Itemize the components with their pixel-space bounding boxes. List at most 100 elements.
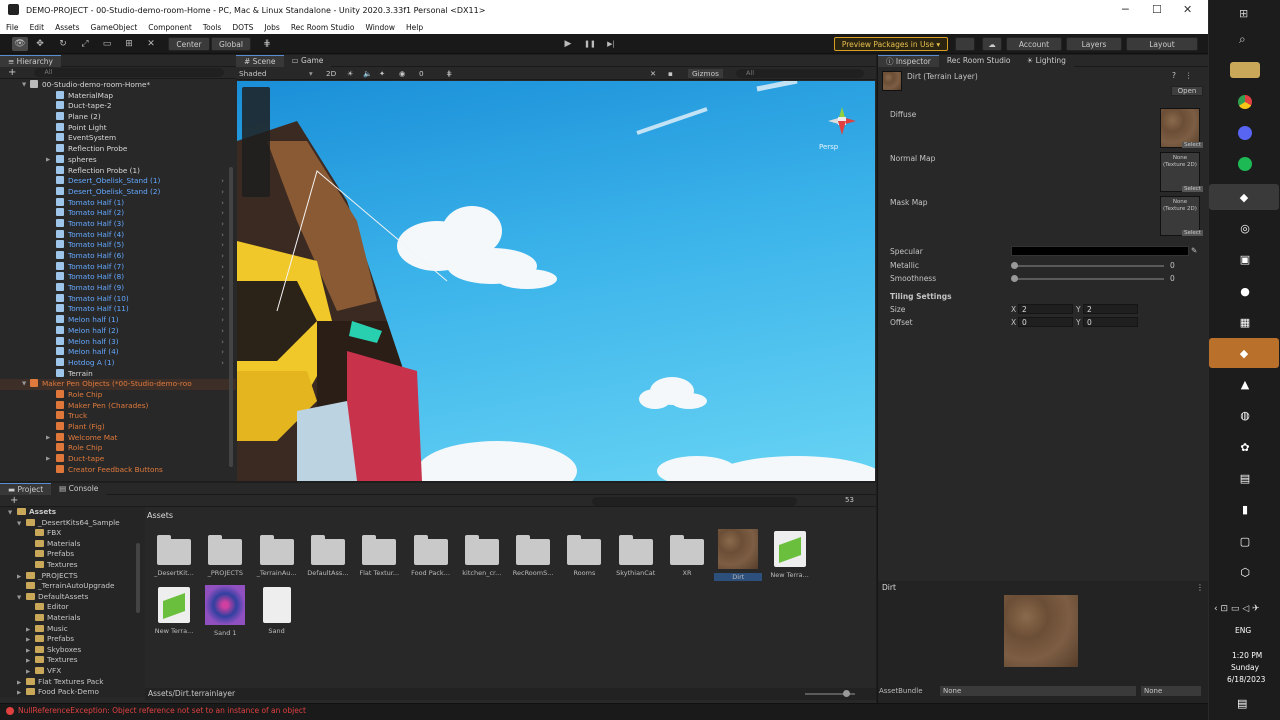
expand-arrow-icon[interactable]: ▶: [17, 688, 26, 699]
hierarchy-item[interactable]: Melon half (4) ›: [0, 347, 236, 358]
metallic-knob[interactable]: [1011, 262, 1018, 269]
project-tree-item[interactable]: ▶ Prefabs: [0, 634, 145, 645]
tab-project[interactable]: ▬ Project: [0, 482, 52, 495]
step-button[interactable]: ▶|: [603, 37, 619, 51]
asset-item[interactable]: Sand 1: [201, 585, 249, 637]
clock-day[interactable]: Sunday: [1231, 663, 1259, 672]
create-asset-button[interactable]: +: [10, 495, 18, 506]
discord-icon[interactable]: [1230, 125, 1260, 141]
persp-label[interactable]: Persp: [819, 143, 838, 151]
prefab-open-icon[interactable]: ›: [221, 219, 224, 230]
help-icon[interactable]: ?: [1172, 71, 1176, 80]
steam-icon[interactable]: ◎: [1230, 220, 1260, 236]
menu-item-help[interactable]: Help: [406, 23, 423, 32]
app-icon-7[interactable]: ▢: [1230, 533, 1260, 549]
grid-icon[interactable]: ⋕: [446, 69, 452, 78]
hierarchy-item[interactable]: Maker Pen (Charades): [0, 400, 236, 412]
project-tree-item[interactable]: Prefabs: [0, 549, 145, 560]
assetbundle-dropdown[interactable]: None: [940, 686, 1136, 696]
expand-arrow-icon[interactable]: ▼: [17, 519, 26, 530]
add-object-button[interactable]: +: [8, 67, 16, 78]
search-icon[interactable]: ⌕: [1239, 32, 1246, 47]
settings-icon[interactable]: ⋮: [1185, 71, 1193, 80]
hierarchy-item[interactable]: Tomato Half (4) ›: [0, 229, 236, 241]
project-tree-item[interactable]: ▶ Flat Textures Pack: [0, 677, 145, 688]
metallic-slider[interactable]: [1011, 262, 1164, 269]
tab-hierarchy[interactable]: ≡ Hierarchy: [0, 54, 61, 67]
menu-item-dots[interactable]: DOTS: [232, 23, 253, 32]
hierarchy-item[interactable]: Terrain: [0, 368, 236, 380]
asset-item[interactable]: New Terra...: [766, 531, 814, 579]
mask-select-button[interactable]: Select: [1182, 230, 1203, 236]
tab-inspector[interactable]: ⓘ Inspector: [878, 54, 939, 67]
prefab-open-icon[interactable]: ›: [221, 208, 224, 219]
offset-x-field[interactable]: 0: [1018, 317, 1073, 327]
asset-item[interactable]: Dirt: [714, 529, 763, 581]
expand-arrow-icon[interactable]: ▶: [46, 433, 50, 444]
prefab-open-icon[interactable]: ›: [221, 304, 224, 315]
clock-date[interactable]: 6/18/2023: [1227, 675, 1265, 684]
hierarchy-item[interactable]: Desert_Obelisk_Stand (1) ›: [0, 176, 236, 187]
project-tree-item[interactable]: ▼ DefaultAssets: [0, 592, 145, 603]
play-button[interactable]: ▶: [560, 37, 576, 51]
hierarchy-item[interactable]: Tomato Half (7) ›: [0, 261, 236, 273]
diffuse-select-button[interactable]: Select: [1182, 142, 1203, 148]
account-dropdown[interactable]: Account: [1006, 37, 1062, 51]
zoom-knob[interactable]: [843, 690, 850, 697]
size-x-field[interactable]: 2: [1018, 304, 1073, 314]
hierarchy-item[interactable]: EventSystem: [0, 133, 236, 144]
tab-game[interactable]: ▭ Game: [283, 54, 332, 67]
app-icon-8[interactable]: ⬡: [1230, 564, 1260, 580]
prefab-open-icon[interactable]: ›: [221, 240, 224, 251]
project-search-input[interactable]: [592, 497, 797, 506]
clock-time[interactable]: 1:20 PM: [1232, 651, 1262, 660]
project-tree-item[interactable]: ▶ Skyboxes: [0, 645, 145, 656]
chrome-icon[interactable]: [1230, 94, 1260, 110]
preview-menu-icon[interactable]: ⋮: [1196, 583, 1204, 592]
project-tree-item[interactable]: ▼ Assets: [0, 507, 145, 518]
expand-arrow-icon[interactable]: ▼: [22, 379, 26, 390]
asset-item[interactable]: _TerrainAu...: [253, 531, 301, 577]
scene-viewport[interactable]: Persp: [237, 81, 875, 481]
hierarchy-item[interactable]: Creator Feedback Buttons: [0, 464, 236, 476]
hierarchy-item[interactable]: Role Chip: [0, 389, 236, 401]
menu-item-assets[interactable]: Assets: [55, 23, 79, 32]
tab-lighting[interactable]: ☀ Lighting: [1018, 54, 1074, 67]
transform-tool-icon[interactable]: ⊞: [121, 37, 137, 51]
project-tree-item[interactable]: ▶ _PROJECTS: [0, 571, 145, 582]
project-tree-item[interactable]: ▶ Food Pack-Demo: [0, 687, 145, 698]
hierarchy-item[interactable]: ▼ 00-Studio-demo-room-Home*: [0, 80, 236, 91]
prefab-open-icon[interactable]: ›: [221, 347, 224, 358]
eyedropper-icon[interactable]: ✎: [1191, 246, 1197, 255]
hierarchy-item[interactable]: Melon half (3) ›: [0, 336, 236, 348]
menu-item-edit[interactable]: Edit: [30, 23, 45, 32]
prefab-open-icon[interactable]: ›: [221, 230, 224, 241]
menu-item-tools[interactable]: Tools: [203, 23, 221, 32]
hierarchy-item[interactable]: Plant (Fig): [0, 422, 236, 433]
app-icon-1[interactable]: ▣: [1230, 251, 1260, 267]
hierarchy-item[interactable]: Reflection Probe: [0, 144, 236, 155]
hierarchy-item[interactable]: Truck: [0, 411, 236, 422]
assetbundle-variant-dropdown[interactable]: None: [1141, 686, 1201, 696]
project-tree-item[interactable]: ▼ _DesertKits64_Sample: [0, 518, 145, 529]
hierarchy-item[interactable]: Tomato Half (10) ›: [0, 293, 236, 305]
tools-icon[interactable]: ✕: [650, 69, 656, 78]
asset-item[interactable]: kitchen_cr...: [458, 531, 506, 577]
menu-item-window[interactable]: Window: [365, 23, 395, 32]
maximize-button[interactable]: ☐: [1152, 3, 1162, 16]
hierarchy-item[interactable]: Tomato Half (11) ›: [0, 304, 236, 315]
asset-item[interactable]: RecRoomS...: [509, 531, 557, 577]
shading-dropdown[interactable]: Shaded: [239, 69, 266, 78]
hierarchy-item[interactable]: Tomato Half (1) ›: [0, 197, 236, 209]
prefab-open-icon[interactable]: ›: [221, 251, 224, 262]
unity-taskbar-icon[interactable]: ◆: [1209, 184, 1279, 210]
app-icon-5[interactable]: ✿: [1230, 439, 1260, 455]
windows-start-icon[interactable]: ⊞: [1239, 7, 1248, 20]
project-tree-item[interactable]: Materials: [0, 613, 145, 624]
asset-item[interactable]: SkythianCat: [612, 531, 660, 577]
asset-item[interactable]: Sand: [253, 587, 301, 635]
menu-item-file[interactable]: File: [6, 23, 19, 32]
blender-icon[interactable]: ◍: [1230, 407, 1260, 423]
hierarchy-item[interactable]: Tomato Half (6) ›: [0, 251, 236, 262]
hidden-objects-icon[interactable]: ◉: [399, 69, 405, 78]
